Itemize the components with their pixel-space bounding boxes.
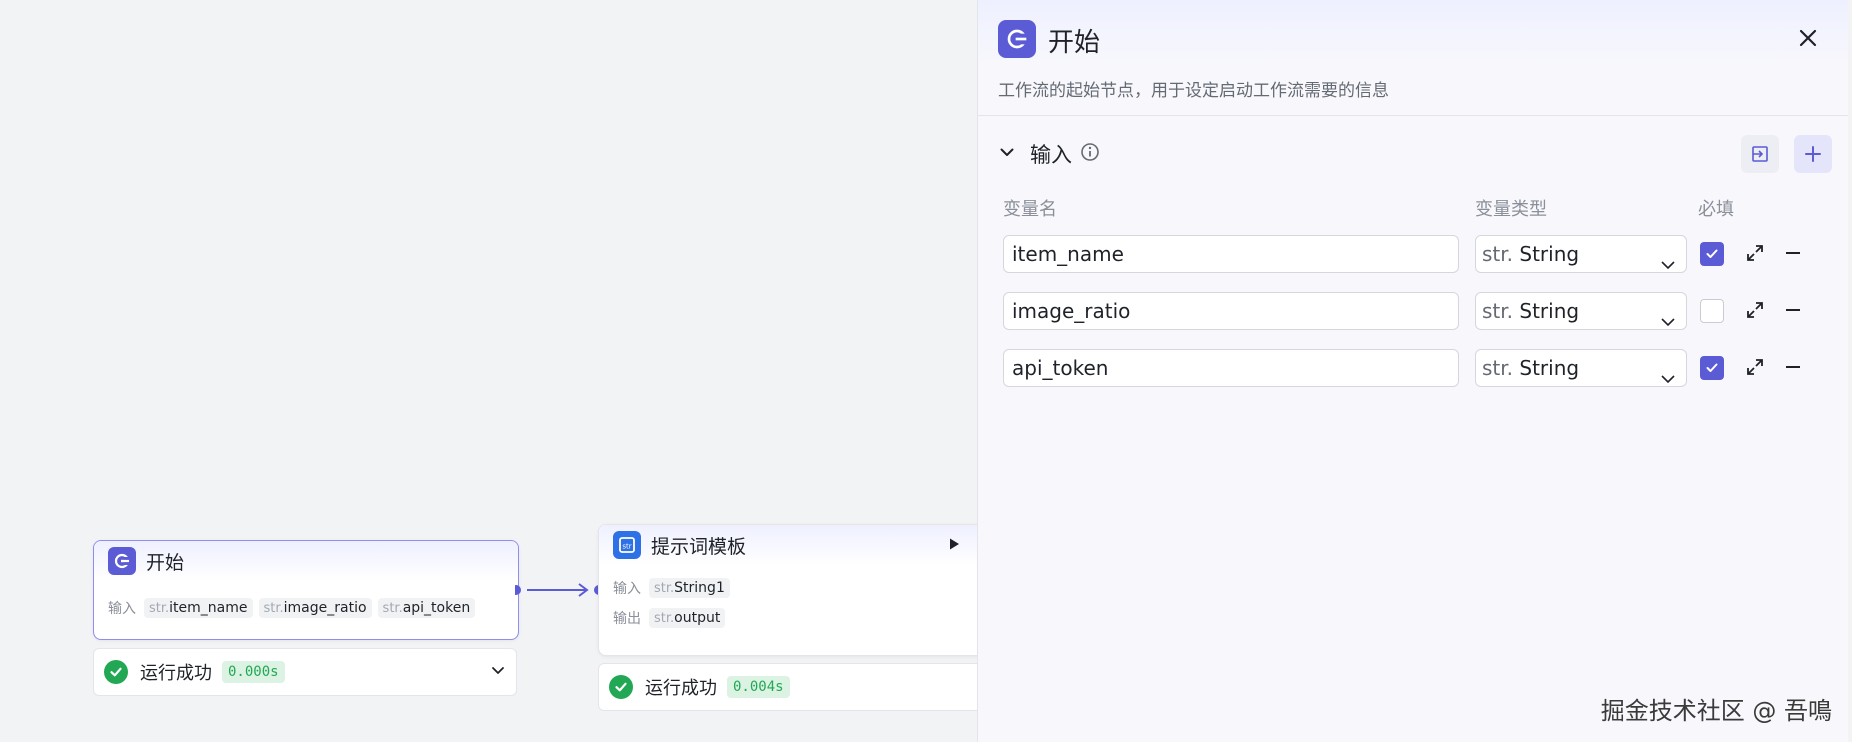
connection-edge bbox=[515, 583, 604, 597]
input-label: 输入 bbox=[108, 601, 136, 617]
panel-description: 工作流的起始节点，用于设定启动工作流需要的信息 bbox=[998, 81, 1389, 101]
start-icon bbox=[108, 547, 136, 575]
svg-text:str: str bbox=[622, 543, 631, 551]
required-checkbox[interactable] bbox=[1700, 242, 1724, 266]
success-check-icon bbox=[609, 675, 633, 699]
type-prefix: str. bbox=[1482, 242, 1514, 266]
status-text: 运行成功 bbox=[140, 663, 212, 684]
duration-badge: 0.004s bbox=[727, 676, 790, 698]
input-chip: str.api_token bbox=[377, 598, 476, 618]
add-variable-button[interactable] bbox=[1794, 135, 1832, 173]
variable-type-select[interactable]: str. String bbox=[1475, 349, 1687, 387]
start-node-header: 开始 bbox=[94, 541, 518, 581]
start-icon bbox=[998, 20, 1036, 58]
variable-name-input[interactable]: image_ratio bbox=[1003, 292, 1459, 330]
column-header-required: 必填 bbox=[1698, 199, 1734, 220]
remove-icon[interactable] bbox=[1783, 243, 1803, 267]
variable-row: image_ratio str. String bbox=[1003, 292, 1833, 332]
chevron-down-icon bbox=[1660, 248, 1676, 284]
required-checkbox[interactable] bbox=[1700, 356, 1724, 380]
prompt-template-icon: str bbox=[613, 531, 641, 559]
column-header-name: 变量名 bbox=[1003, 199, 1057, 220]
remove-icon[interactable] bbox=[1783, 357, 1803, 381]
type-value: String bbox=[1519, 299, 1580, 323]
prompt-node-title: 提示词模板 bbox=[651, 535, 747, 558]
prompt-node-input: 输入 str.String1 bbox=[599, 573, 989, 603]
type-value: String bbox=[1519, 356, 1580, 380]
success-check-icon bbox=[104, 660, 128, 684]
chevron-down-icon bbox=[1660, 362, 1676, 398]
input-chip: str.String1 bbox=[649, 578, 730, 598]
status-text: 运行成功 bbox=[645, 678, 717, 699]
info-icon[interactable] bbox=[1080, 142, 1100, 166]
watermark: 掘金技术社区 @ 吾鳴 bbox=[1600, 697, 1832, 725]
variable-type-select[interactable]: str. String bbox=[1475, 292, 1687, 330]
type-prefix: str. bbox=[1482, 299, 1514, 323]
chevron-down-icon bbox=[1660, 305, 1676, 341]
input-chip: str.image_ratio bbox=[258, 598, 372, 618]
output-label: 输出 bbox=[613, 611, 641, 627]
prompt-node-output: 输出 str.output bbox=[599, 603, 989, 633]
expand-icon[interactable] bbox=[1745, 300, 1765, 324]
type-prefix: str. bbox=[1482, 356, 1514, 380]
expand-icon[interactable] bbox=[1745, 243, 1765, 267]
node-settings-panel: 开始 工作流的起始节点，用于设定启动工作流需要的信息 输入 变量名 变量类型 必… bbox=[977, 0, 1848, 742]
prompt-node-header: str 提示词模板 bbox=[599, 525, 989, 565]
start-node-inputs: 输入 str.item_name str.image_ratio str.api… bbox=[94, 593, 518, 623]
start-node[interactable]: 开始 输入 str.item_name str.image_ratio str.… bbox=[93, 540, 519, 640]
variable-row: api_token str. String bbox=[1003, 349, 1833, 389]
variable-name-input[interactable]: item_name bbox=[1003, 235, 1459, 273]
duration-badge: 0.000s bbox=[222, 661, 285, 683]
variable-type-select[interactable]: str. String bbox=[1475, 235, 1687, 273]
required-checkbox[interactable] bbox=[1700, 299, 1724, 323]
remove-icon[interactable] bbox=[1783, 300, 1803, 324]
output-chip: str.output bbox=[649, 608, 726, 628]
start-node-status[interactable]: 运行成功 0.000s bbox=[93, 648, 517, 696]
inputs-section-header[interactable]: 输入 bbox=[998, 139, 1100, 169]
column-header-type: 变量类型 bbox=[1475, 199, 1547, 220]
chevron-down-icon[interactable] bbox=[998, 143, 1016, 165]
chevron-down-icon[interactable] bbox=[490, 662, 506, 682]
start-node-title: 开始 bbox=[146, 551, 185, 574]
section-title: 输入 bbox=[1030, 143, 1072, 167]
input-chip: str.item_name bbox=[144, 598, 253, 618]
expand-icon[interactable] bbox=[1745, 357, 1765, 381]
variable-name-input[interactable]: api_token bbox=[1003, 349, 1459, 387]
type-value: String bbox=[1519, 242, 1580, 266]
prompt-node-status[interactable]: 运行成功 0.004s bbox=[598, 663, 1000, 711]
run-play-icon[interactable] bbox=[947, 536, 961, 555]
input-label: 输入 bbox=[613, 581, 641, 597]
import-variables-button[interactable] bbox=[1741, 135, 1779, 173]
panel-header: 开始 工作流的起始节点，用于设定启动工作流需要的信息 bbox=[978, 0, 1848, 116]
close-icon[interactable] bbox=[1794, 24, 1822, 52]
workflow-canvas[interactable]: 开始 输入 str.item_name str.image_ratio str.… bbox=[0, 0, 1000, 742]
panel-title: 开始 bbox=[1048, 28, 1101, 58]
prompt-template-node[interactable]: str 提示词模板 输入 str.String1 输出 str.output bbox=[598, 524, 990, 656]
variable-row: item_name str. String bbox=[1003, 235, 1833, 275]
